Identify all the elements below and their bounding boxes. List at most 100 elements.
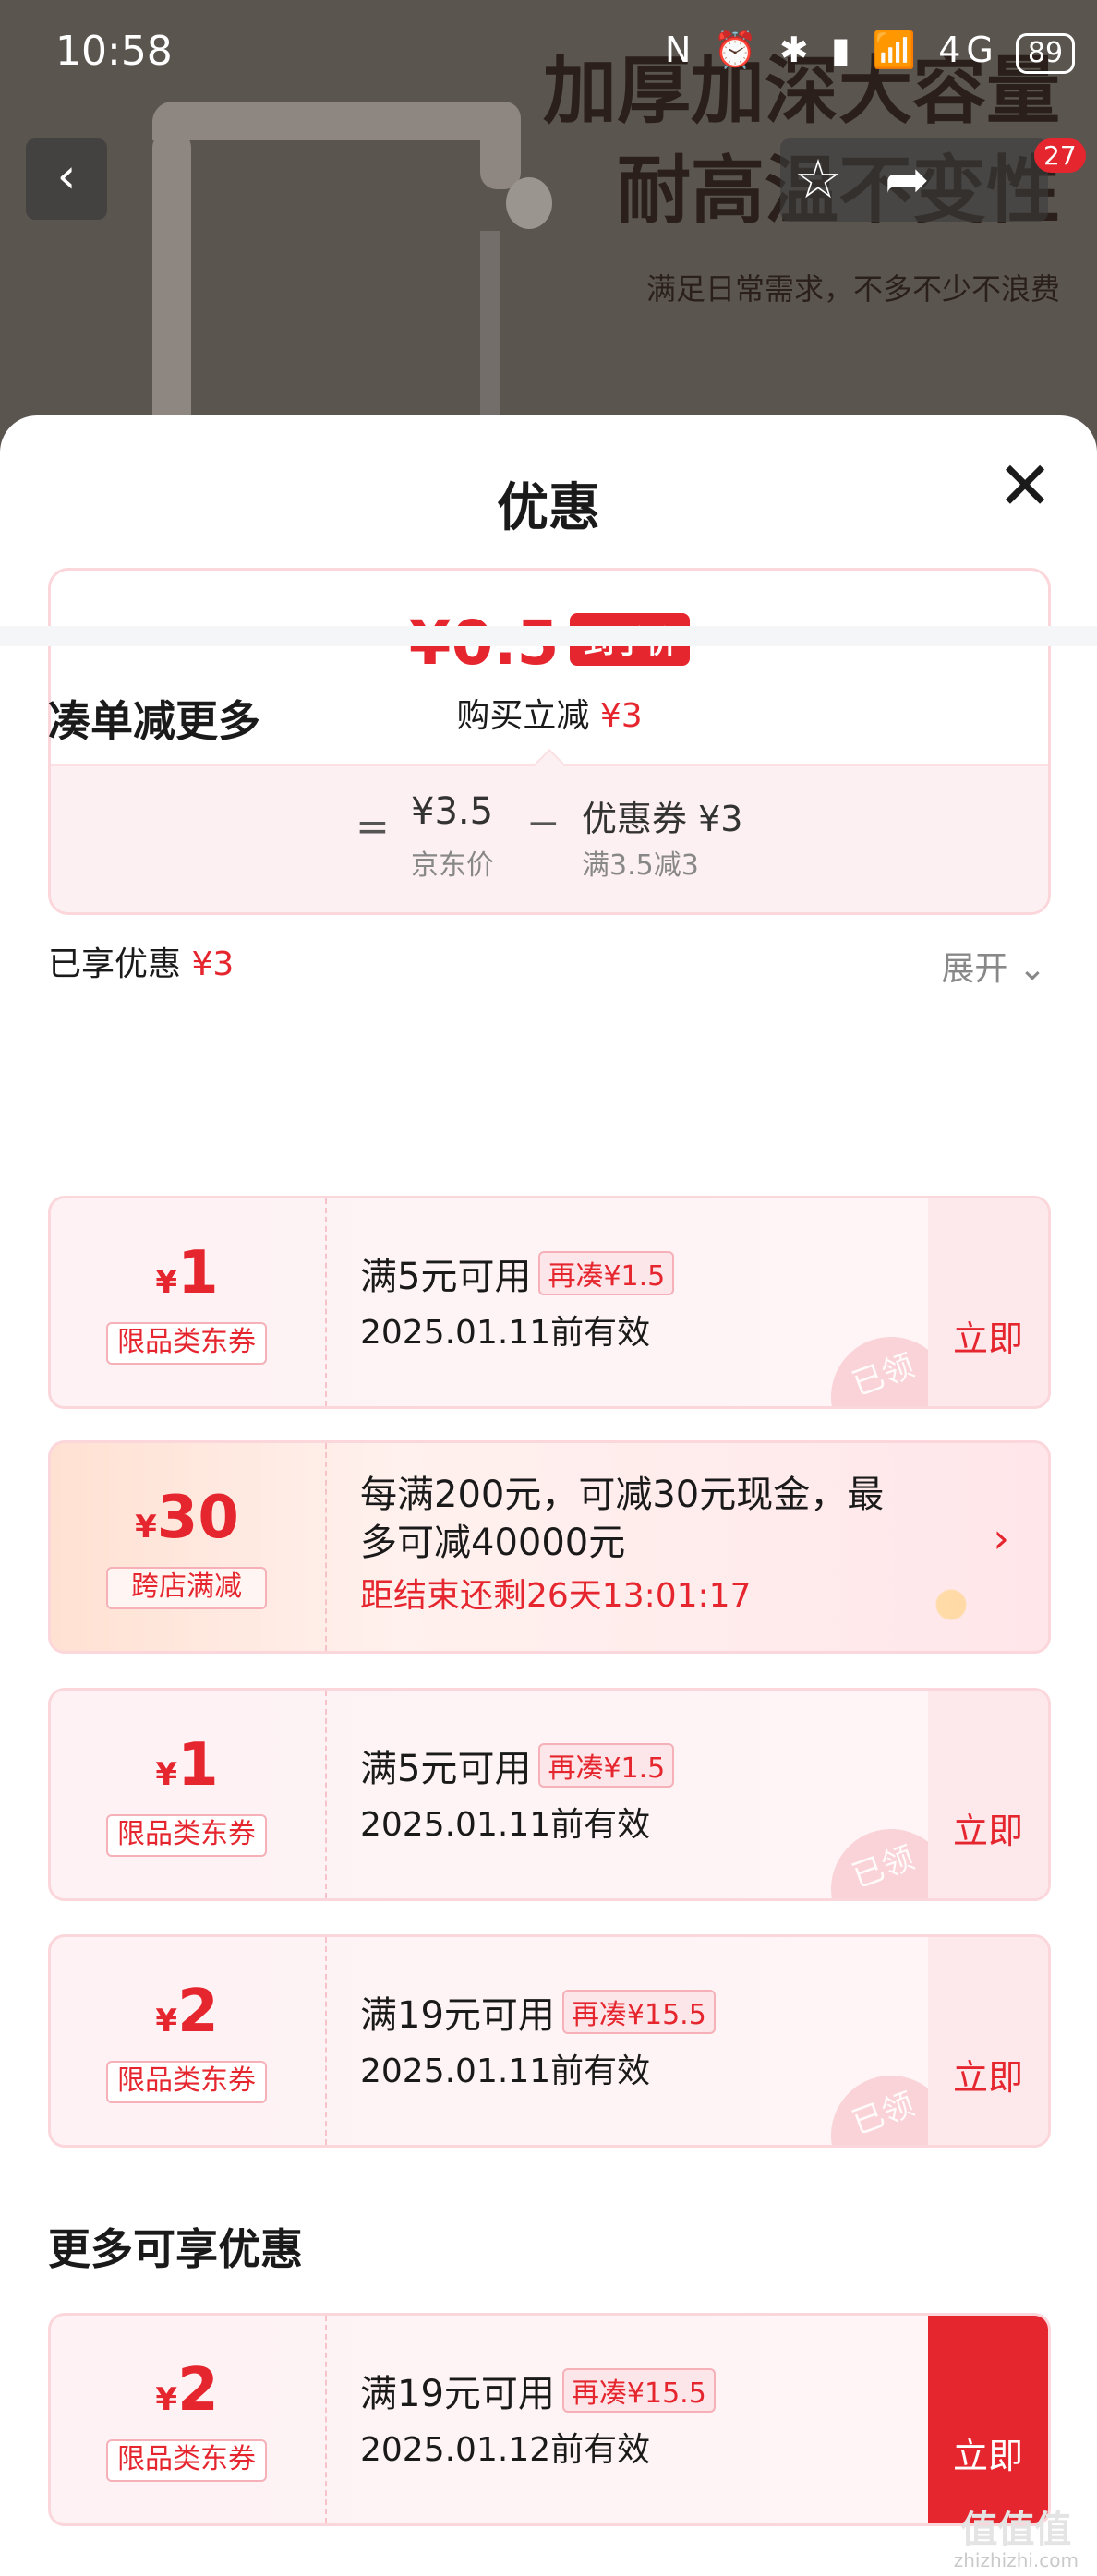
- coupon-type-badge: 限品类东券: [106, 1814, 267, 1857]
- yen-symbol: ¥: [155, 1756, 178, 1793]
- back-button[interactable]: ‹: [26, 138, 107, 220]
- watermark-text: 值值值: [960, 2509, 1072, 2551]
- coupon-separator: [325, 1691, 327, 1898]
- coupon-amount: ¥2: [51, 1978, 323, 2046]
- promo-amount-value: 30: [156, 1484, 239, 1552]
- status-bar: 10:58 N ⏰ ✱ ▮ 📶 4G 89: [0, 0, 1097, 102]
- yen-symbol: ¥: [155, 2003, 178, 2040]
- coupon-type-badge: 限品类东券: [106, 2439, 267, 2482]
- equals-sign: =: [356, 803, 390, 850]
- use-now-button[interactable]: 立即使用: [928, 1937, 1048, 2145]
- battery-icon: 89: [1015, 33, 1076, 74]
- use-now-label-1: 立即: [952, 2057, 1023, 2098]
- promo-type-badge: 跨店满减: [106, 1567, 267, 1609]
- coupon-card: ¥1 限品类东券 满5元可用 再凑¥1.5 2025.01.11前有效 已领 立即…: [48, 1688, 1051, 1901]
- coupon-validity: 2025.01.12前有效: [360, 2431, 651, 2469]
- coupon-value-area: ¥1 限品类东券: [51, 1198, 323, 1406]
- coupon-separator: [325, 1198, 327, 1406]
- use-now-label-2: 使用: [928, 1897, 1048, 1898]
- use-now-label-1: 立即: [952, 1318, 1023, 1359]
- coupon-amount: ¥1: [51, 1731, 323, 1800]
- coupon-type-badge: 限品类东券: [106, 1322, 267, 1365]
- expand-label: 展开: [941, 950, 1008, 988]
- coupon-type-badge: 限品类东券: [106, 2061, 267, 2103]
- section-title-extra-offers: 更多可享优惠: [48, 2224, 303, 2274]
- coupon-details: 满19元可用 再凑¥15.5 2025.01.11前有效: [360, 1985, 951, 2092]
- coupon-condition: 满3.5减3: [582, 849, 699, 882]
- use-now-button[interactable]: 立即使用: [928, 1198, 1048, 1406]
- yen-symbol: ¥: [135, 1509, 157, 1546]
- coupon-amount-value: 1: [177, 1731, 219, 1800]
- status-time: 10:58: [55, 28, 173, 75]
- coupon-condition-text: 满19元可用: [360, 2373, 555, 2415]
- promo-desc-line2: 多可减40000元: [360, 1522, 626, 1564]
- coupon-details: 满5元可用 再凑¥1.5 2025.01.11前有效: [360, 1246, 951, 1354]
- coupon-details: 满19元可用 再凑¥15.5 2025.01.12前有效: [360, 2364, 951, 2471]
- sheet-title: 优惠: [497, 478, 600, 538]
- coupon-value-area: ¥2 限品类东券: [51, 1937, 323, 2145]
- claim-now-button[interactable]: 立即领取: [928, 2316, 1048, 2523]
- coupon-deduction: 优惠券 ¥3: [582, 799, 743, 839]
- promo-amount: ¥30: [51, 1484, 323, 1552]
- watermark-logo: 值值值 zhizhizhi.com: [954, 2510, 1079, 2570]
- section-title-more-savings: 凑单减更多: [48, 696, 260, 746]
- status-icons: N ⏰ ✱ ▮ 📶 4G 89: [665, 30, 1076, 74]
- status-indicators-icon: N ⏰ ✱ ▮ 📶 4G: [665, 30, 999, 70]
- watermark-url: zhizhizhi.com: [953, 2549, 1079, 2571]
- water-stream-graphic: [480, 231, 500, 415]
- claim-now-label-1: 立即: [952, 2436, 1023, 2476]
- promo-details: 每满200元，可减30元现金，最 多可减40000元 距结束还剩26天13:01…: [360, 1471, 1007, 1617]
- banner-subtitle: 满足日常需求，不多不少不浪费: [645, 271, 1060, 307]
- cart-count-badge: 27: [1034, 138, 1086, 173]
- use-now-label-2: 使用: [928, 2144, 1048, 2145]
- use-now-button[interactable]: 立即使用: [928, 1691, 1048, 1898]
- chevron-left-icon: ‹: [56, 149, 77, 204]
- close-button[interactable]: ✕: [993, 452, 1057, 522]
- add-more-tag: 再凑¥1.5: [538, 1251, 675, 1295]
- yen-symbol: ¥: [155, 1264, 178, 1301]
- close-icon: ✕: [996, 447, 1054, 524]
- coupon-card: ¥2 限品类东券 满19元可用再凑¥15.5 2025.01.12前有效 立即领…: [48, 2313, 1051, 2526]
- faucet-spout-graphic: [480, 102, 521, 189]
- yen-symbol: ¥: [155, 2381, 178, 2418]
- coupon-details: 满5元可用 再凑¥1.5 2025.01.11前有效: [360, 1739, 951, 1846]
- coupon-condition-text: 满5元可用: [360, 1256, 532, 1298]
- promo-desc-line1: 每满200元，可减30元现金，最: [360, 1474, 885, 1516]
- add-more-tag: 再凑¥15.5: [561, 1990, 716, 2034]
- expand-toggle[interactable]: 展开 ⌄: [941, 942, 1046, 990]
- use-now-label-2: 使用: [928, 1405, 1048, 1406]
- coupon-separator: [325, 1937, 327, 2145]
- enjoyed-value: ¥3: [191, 945, 235, 983]
- promo-countdown: 距结束还剩26天13:01:17: [360, 1577, 752, 1615]
- add-more-tag: 再凑¥15.5: [561, 2368, 716, 2413]
- chevron-right-icon: ›: [993, 1515, 1009, 1562]
- coupon-value-area: ¥2 限品类东券: [51, 2316, 323, 2523]
- coupon-amount-value: 2: [177, 1978, 219, 2046]
- price-formula: = ¥3.5 京东价 − 优惠券 ¥3 满3.5减3: [51, 764, 1048, 912]
- instant-discount-label: 购买立减: [456, 697, 590, 735]
- section-divider: [0, 626, 1097, 646]
- enjoyed-label: 已享优惠: [48, 945, 182, 983]
- faucet-graphic: [152, 102, 512, 140]
- coupon-card: ¥1 限品类东券 满5元可用 再凑¥1.5 2025.01.11前有效 已领 立即…: [48, 1196, 1051, 1409]
- coupon-value-area: ¥1 限品类东券: [51, 1691, 323, 1898]
- coupon-condition: 满19元可用 再凑¥15.5: [360, 2364, 951, 2417]
- coupon-condition: 满5元可用 再凑¥1.5: [360, 1246, 951, 1300]
- coupon-amount: ¥1: [51, 1239, 323, 1307]
- add-more-tag: 再凑¥1.5: [538, 1743, 675, 1788]
- coupon-condition: 满5元可用 再凑¥1.5: [360, 1739, 951, 1792]
- minus-sign: −: [526, 800, 561, 847]
- cross-store-promo-card[interactable]: ¥30 跨店满减 每满200元，可减30元现金，最 多可减40000元 距结束还…: [48, 1440, 1051, 1654]
- favorite-star-icon[interactable]: ☆: [794, 148, 842, 211]
- use-now-label-1: 立即: [952, 1811, 1023, 1851]
- coupon-condition: 满19元可用 再凑¥15.5: [360, 1985, 951, 2039]
- coupon-amount-value: 2: [177, 2356, 219, 2425]
- share-icon[interactable]: ➦: [885, 148, 930, 211]
- coupon-amount: ¥2: [51, 2356, 323, 2425]
- coupon-card: ¥2 限品类东券 满19元可用 再凑¥15.5 2025.01.11前有效 已领 …: [48, 1934, 1051, 2148]
- promo-value-area: ¥30 跨店满减: [51, 1443, 323, 1651]
- coupon-separator: [325, 2316, 327, 2523]
- jd-price-label: 京东价: [411, 849, 494, 882]
- chevron-down-icon: ⌄: [1018, 950, 1046, 988]
- promo-separator: [325, 1443, 327, 1651]
